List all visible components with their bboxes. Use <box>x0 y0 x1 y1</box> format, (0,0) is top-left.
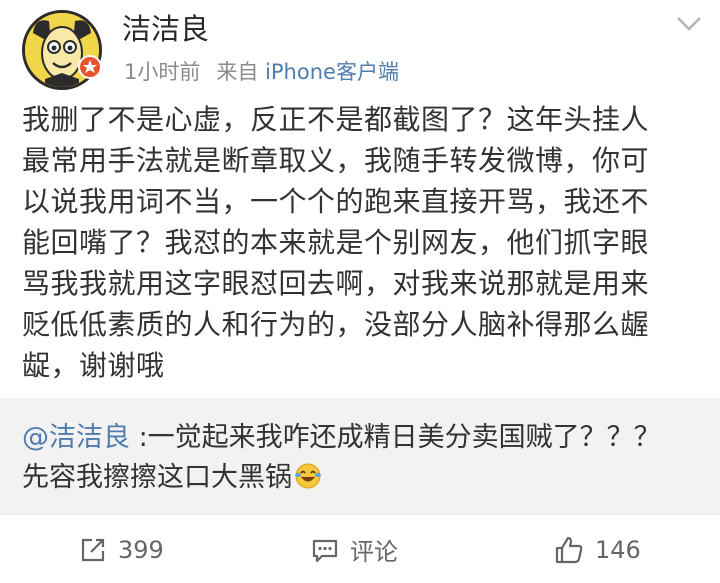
user-mention-link[interactable]: @洁洁良 <box>22 422 130 453</box>
comment-button[interactable]: 评论 <box>310 515 398 583</box>
like-count: 146 <box>595 535 641 564</box>
repost-button[interactable]: 399 <box>78 515 164 583</box>
repost-text-line: 先容我擦擦这口大黑锅 <box>22 462 292 493</box>
thumbs-up-icon <box>555 536 583 563</box>
post-source-link[interactable]: iPhone客户端 <box>265 60 399 84</box>
post-meta: 1小时前 来自 iPhone客户端 <box>124 56 399 86</box>
verified-badge-icon <box>78 55 102 79</box>
action-bar: 399 评论 146 <box>0 514 720 583</box>
post-time: 1小时前 <box>124 60 201 84</box>
comment-icon <box>312 539 338 562</box>
like-button[interactable]: 146 <box>553 515 641 583</box>
comment-label: 评论 <box>350 538 398 566</box>
source-prefix: 来自 <box>216 60 259 84</box>
reposted-content[interactable]: @洁洁良 :一觉起来我咋还成精日美分卖国贼了？？？ 先容我擦擦这口大黑锅 <box>0 398 720 514</box>
post-line: 以说我用词不当，一个个的跑来直接开骂，我还不 <box>22 185 650 218</box>
chevron-down-icon[interactable] <box>674 12 704 36</box>
post-header: 洁洁良 1小时前 来自 iPhone客户端 <box>0 0 720 96</box>
repost-count: 399 <box>118 535 164 564</box>
username[interactable]: 洁洁良 <box>122 6 209 48</box>
post-line: 能回嘴了？我怼的本来就是个别网友，他们抓字眼 <box>22 226 650 259</box>
repost-icon <box>81 538 105 561</box>
post-line: 龊，谢谢哦 <box>22 349 165 382</box>
repost-text-line: :一觉起来我咋还成精日美分卖国贼了？？？ <box>130 422 661 453</box>
laugh-cry-emoji-icon <box>294 462 322 502</box>
repost-text: @洁洁良 :一觉起来我咋还成精日美分卖国贼了？？？ 先容我擦擦这口大黑锅 <box>22 418 712 502</box>
post-line: 最常用手法就是断章取义，我随手转发微博，你可 <box>22 144 650 177</box>
post-line: 骂我我就用这字眼怼回去啊，对我来说那就是用来 <box>22 267 650 300</box>
post-line: 我删了不是心虚，反正不是都截图了？这年头挂人 <box>22 103 650 136</box>
post-body: 我删了不是心虚，反正不是都截图了？这年头挂人 最常用手法就是断章取义，我随手转发… <box>22 99 698 386</box>
post-line: 贬低低素质的人和行为的，没部分人脑补得那么龌 <box>22 308 650 341</box>
